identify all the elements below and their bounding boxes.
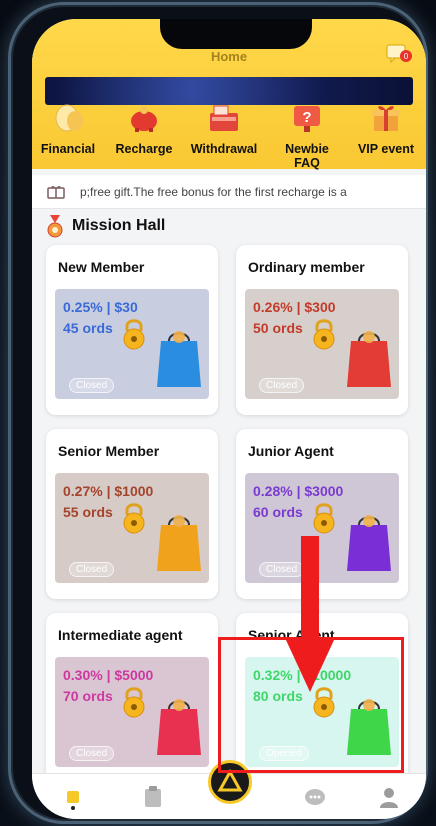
mission-hall-header: Mission Hall	[46, 215, 246, 241]
mission-card-rate: 0.26% | $300	[253, 299, 336, 315]
mission-status-badge: Closed	[69, 378, 115, 393]
nav-financial-label: Financial	[40, 142, 96, 156]
clipboard-icon[interactable]	[140, 784, 166, 810]
mission-card-title: New Member	[58, 259, 145, 275]
mission-card-orders: 45 ords	[63, 320, 113, 336]
mission-card-title: Junior Agent	[248, 443, 334, 459]
service-icon[interactable]	[302, 784, 328, 810]
quick-nav: Financial Recharge Withdrawal ? Newbie F…	[32, 103, 426, 175]
message-icon[interactable]: 0	[386, 43, 412, 63]
mission-card-orders: 50 ords	[253, 320, 303, 336]
mission-card-rate: 0.25% | $30	[63, 299, 138, 315]
question-board-icon: ?	[294, 106, 320, 132]
mission-card-image: 0.26% | $300 50 ords Closed	[245, 289, 399, 399]
mission-card-rate: 0.27% | $1000	[63, 483, 154, 499]
shopping-bag-icon	[157, 699, 201, 755]
nav-vip-event[interactable]: VIP event	[346, 103, 426, 156]
promo-banner[interactable]	[45, 77, 413, 105]
nav-vip-event-label: VIP event	[357, 142, 415, 156]
mission-card-title: Intermediate agent	[58, 627, 183, 643]
mission-card-title: Ordinary member	[248, 259, 365, 275]
gift-box-icon	[372, 106, 400, 131]
cash-register-icon	[210, 105, 238, 131]
mission-status-badge: Closed	[69, 562, 115, 577]
home-icon[interactable]	[60, 784, 86, 810]
nav-financial[interactable]: Financial	[32, 103, 108, 156]
shopping-bag-icon	[347, 331, 391, 387]
nav-newbie-faq-label-1: Newbie	[285, 142, 329, 156]
mission-card-image: 0.25% | $30 45 ords Closed	[55, 289, 209, 399]
mission-card[interactable]: Senior Member 0.27% | $1000 55 ords Clos…	[46, 429, 218, 599]
nav-newbie-faq[interactable]: ? Newbie FAQ	[267, 103, 347, 170]
nav-newbie-faq-label-2: FAQ	[294, 156, 320, 170]
shopping-bag-icon	[157, 331, 201, 387]
bottom-tab-bar	[32, 760, 426, 819]
lock-icon	[123, 319, 145, 350]
piggy-bank-icon	[131, 106, 157, 132]
mission-card-rate: 0.30% | $5000	[63, 667, 154, 683]
profile-icon[interactable]	[376, 784, 402, 810]
mission-hall-title: Mission Hall	[72, 217, 166, 234]
mission-card[interactable]: Ordinary member 0.26% | $300 50 ords Clo…	[236, 245, 408, 415]
notice-bar[interactable]: p;free gift.The free bonus for the first…	[32, 175, 426, 209]
medal-icon	[47, 215, 63, 238]
nav-withdrawal-label: Withdrawal	[190, 142, 258, 156]
lock-icon	[123, 687, 145, 718]
nav-withdrawal[interactable]: Withdrawal	[184, 103, 264, 156]
mission-card-image: 0.27% | $1000 55 ords Closed	[55, 473, 209, 583]
nav-recharge[interactable]: Recharge	[104, 103, 184, 156]
lock-icon	[123, 503, 145, 534]
mission-card-orders: 55 ords	[63, 504, 113, 520]
page-title: Home	[210, 49, 248, 64]
mission-status-badge: Closed	[69, 746, 115, 761]
shopping-bag-icon	[157, 515, 201, 571]
mission-card[interactable]: New Member 0.25% | $30 45 ords Closed	[46, 245, 218, 415]
message-badge: 0	[404, 52, 409, 61]
mission-card-orders: 70 ords	[63, 688, 113, 704]
phone-notch	[160, 19, 312, 49]
svg-text:?: ?	[302, 109, 311, 126]
notice-text: p;free gift.The free bonus for the first…	[80, 185, 347, 199]
coin-stack-icon	[55, 104, 83, 132]
gift-notice-icon	[47, 185, 65, 199]
lock-icon	[313, 319, 335, 350]
nav-recharge-label: Recharge	[115, 142, 173, 156]
mission-card-orders: 60 ords	[253, 504, 303, 520]
lock-icon	[313, 503, 335, 534]
shopping-bag-icon	[347, 515, 391, 571]
mission-card-rate: 0.28% | $3000	[253, 483, 344, 499]
down-arrow-icon	[286, 536, 334, 692]
mission-card-image: 0.30% | $5000 70 ords Closed	[55, 657, 209, 767]
mission-card-title: Senior Member	[58, 443, 160, 459]
mission-status-badge: Closed	[259, 378, 305, 393]
mission-card[interactable]: Intermediate agent 0.30% | $5000 70 ords…	[46, 613, 218, 783]
